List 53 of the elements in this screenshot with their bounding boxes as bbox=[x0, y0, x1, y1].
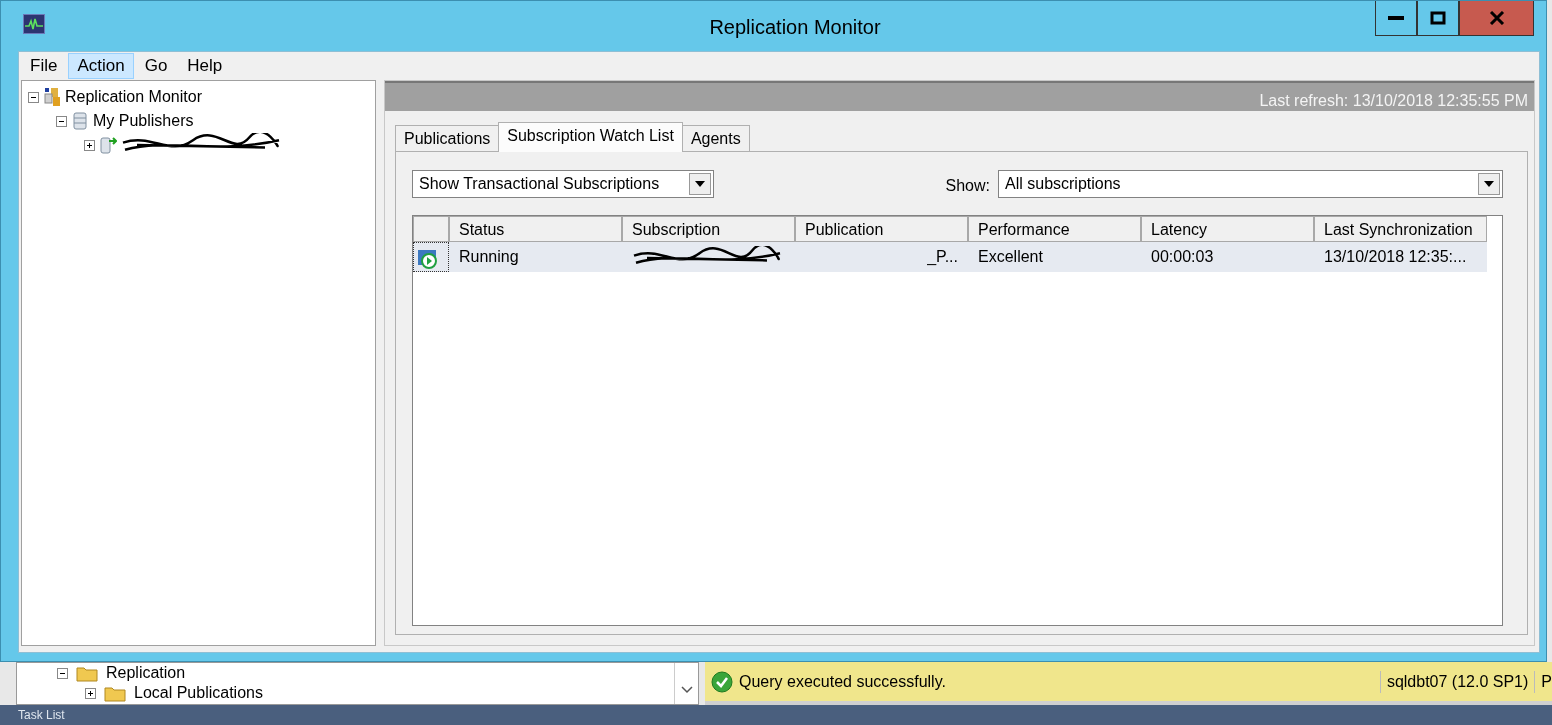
close-button[interactable] bbox=[1459, 1, 1534, 36]
column-header[interactable]: Status bbox=[449, 216, 622, 242]
table-cell: Running bbox=[449, 242, 622, 272]
show-label: Show: bbox=[945, 176, 990, 196]
dropdown-arrow-icon bbox=[695, 181, 705, 187]
type-filter-dropdown[interactable]: Show Transactional Subscriptions bbox=[412, 170, 714, 198]
server-icon bbox=[99, 135, 117, 155]
app-icon bbox=[23, 14, 45, 34]
show-filter-dropdown[interactable]: All subscriptions bbox=[998, 170, 1503, 198]
tab[interactable]: Publications bbox=[395, 125, 500, 151]
minimize-icon bbox=[1388, 16, 1404, 20]
maximize-icon bbox=[1430, 11, 1446, 25]
collapse-icon[interactable] bbox=[57, 667, 68, 679]
success-icon bbox=[711, 670, 733, 693]
collapse-icon[interactable] bbox=[28, 91, 39, 103]
database-icon bbox=[71, 111, 89, 131]
table-cell: 13/10/2018 12:35:... bbox=[1314, 242, 1487, 272]
minimize-button[interactable] bbox=[1375, 1, 1417, 36]
expand-icon[interactable] bbox=[84, 139, 95, 151]
server-label: sqldbt07 (12.0 SP1) bbox=[1386, 671, 1529, 692]
column-header[interactable]: Subscription bbox=[622, 216, 795, 242]
tree-item[interactable]: Replication Monitor bbox=[65, 85, 202, 109]
row-header-corner bbox=[413, 216, 449, 242]
column-header[interactable]: Latency bbox=[1141, 216, 1314, 242]
table-cell: Excellent bbox=[968, 242, 1141, 272]
folder-icon bbox=[104, 684, 126, 702]
scroll-down-icon bbox=[680, 686, 693, 694]
menu-item[interactable]: Go bbox=[135, 53, 177, 79]
column-header[interactable]: Last Synchronization bbox=[1314, 216, 1487, 242]
table-cell: 00:00:03 bbox=[1141, 242, 1314, 272]
expand-icon[interactable] bbox=[85, 687, 96, 699]
folder-icon bbox=[76, 664, 98, 682]
task-list-title: Task List bbox=[18, 708, 65, 722]
menu-item[interactable]: File bbox=[21, 53, 67, 79]
window-title: Replication Monitor bbox=[708, 15, 882, 40]
collapse-icon[interactable] bbox=[56, 115, 67, 127]
close-icon bbox=[1488, 11, 1505, 25]
dropdown-arrow-icon bbox=[1484, 181, 1494, 187]
menu-item[interactable]: Action bbox=[68, 53, 134, 79]
column-header[interactable]: Performance bbox=[968, 216, 1141, 242]
tab[interactable]: Subscription Watch List bbox=[498, 122, 683, 152]
column-header[interactable]: Publication bbox=[795, 216, 968, 242]
maximize-button[interactable] bbox=[1417, 1, 1459, 36]
menu-item[interactable]: Help bbox=[178, 53, 232, 79]
row-selector-cell[interactable] bbox=[413, 242, 449, 272]
status-text: P bbox=[1541, 671, 1552, 692]
table-cell: _P... bbox=[927, 248, 958, 265]
status-message: Query executed successfully. bbox=[739, 671, 946, 692]
tree-item[interactable]: My Publishers bbox=[93, 109, 194, 133]
tab[interactable]: Agents bbox=[681, 125, 750, 151]
replication-icon bbox=[43, 87, 61, 107]
last-refresh-label: Last refresh: 13/10/2018 12:35:55 PM bbox=[1259, 91, 1528, 111]
running-status-icon bbox=[417, 248, 437, 269]
